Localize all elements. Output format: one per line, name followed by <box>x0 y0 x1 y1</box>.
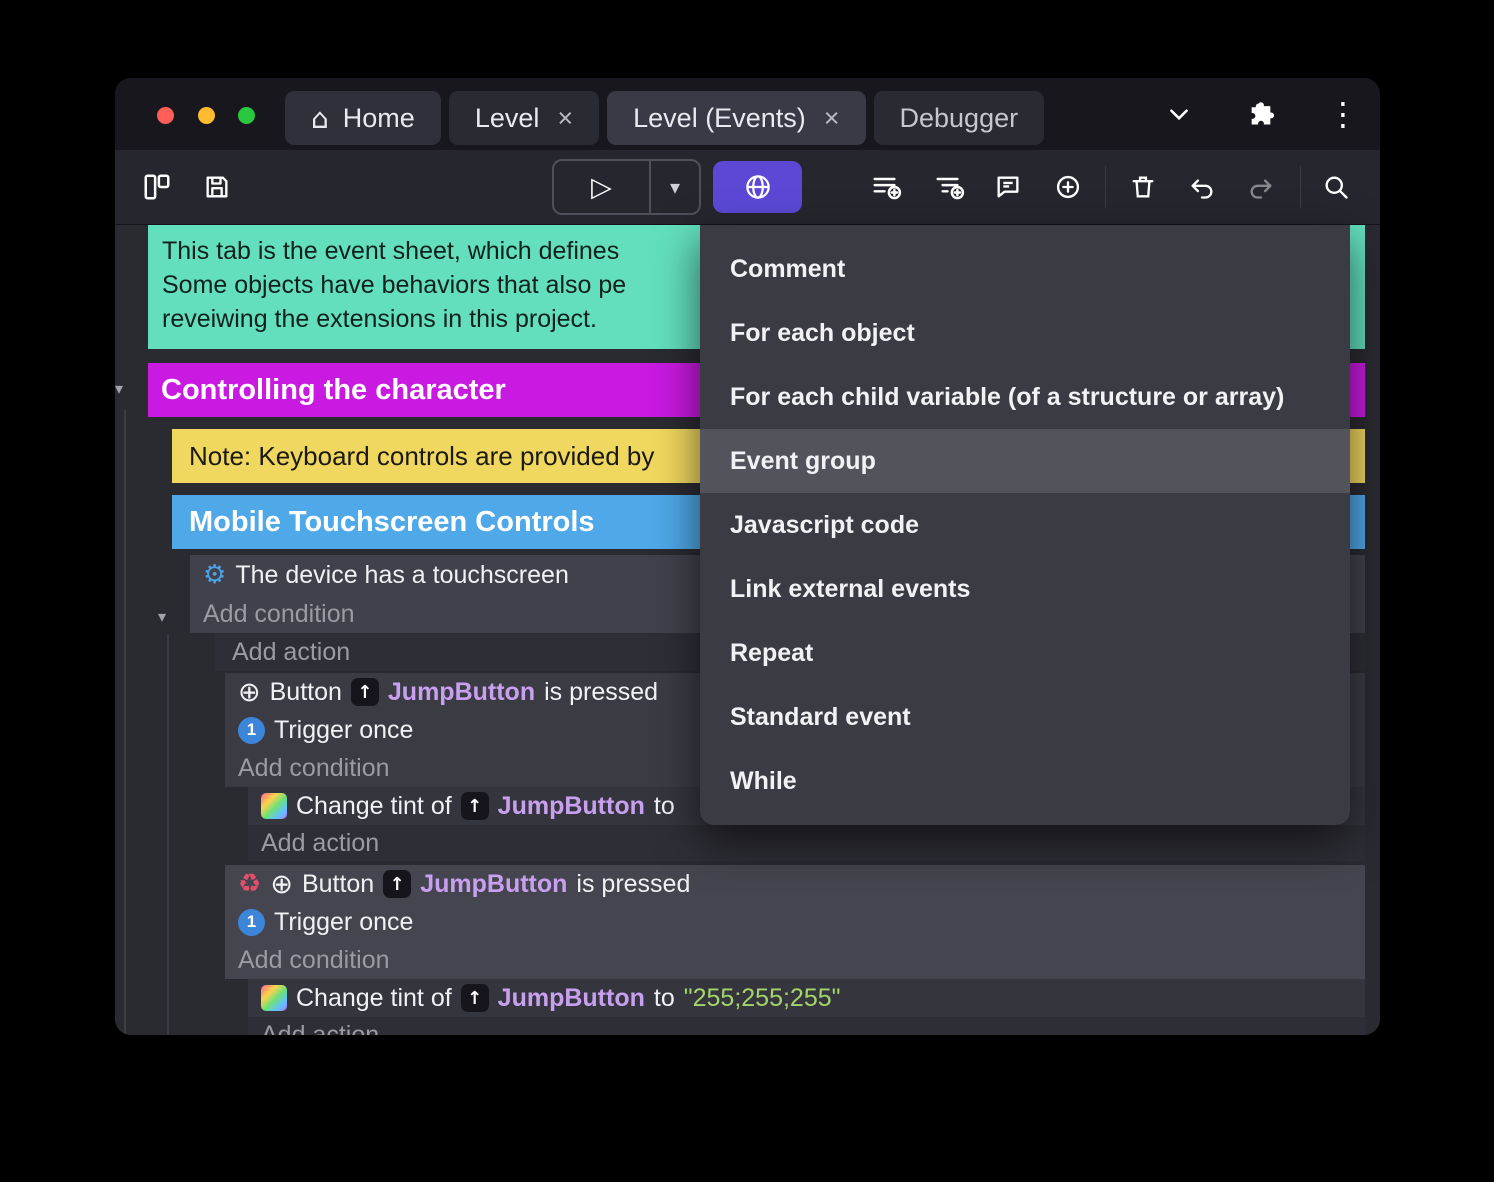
toolbar-divider <box>1300 166 1301 208</box>
action-text: Change tint of <box>296 791 452 820</box>
add-condition-label: Add condition <box>203 599 355 628</box>
button-crosshair-icon: ⊕ <box>270 868 293 900</box>
toolbar: ▷ ▾ <box>115 150 1380 225</box>
tab-home[interactable]: ⌂ Home <box>285 91 441 145</box>
jumpbutton-object-icon: ↑ <box>350 678 379 706</box>
redo-button[interactable] <box>1241 167 1281 207</box>
object-name: JumpButton <box>420 869 568 898</box>
condition-text: is pressed <box>544 677 659 706</box>
action-text: Change tint of <box>296 983 452 1012</box>
tab-level-events[interactable]: Level (Events) × <box>607 91 866 145</box>
menu-item-link-external-events[interactable]: Link external events <box>700 557 1350 621</box>
object-name: JumpButton <box>497 791 645 820</box>
trigger-once-icon: 1 <box>238 716 265 744</box>
action-text: to <box>653 983 675 1012</box>
add-condition-label: Add condition <box>238 753 390 782</box>
button-crosshair-icon: ⊕ <box>238 676 261 708</box>
toolbar-divider <box>1105 166 1106 208</box>
undo-button[interactable] <box>1182 167 1222 207</box>
delete-button[interactable] <box>1123 167 1163 207</box>
play-preview-button[interactable]: ▷ <box>554 161 649 213</box>
save-button[interactable] <box>197 167 237 207</box>
action-change-tint[interactable]: Change tint of ↑ JumpButton to "255;255;… <box>248 979 1365 1017</box>
jumpbutton-object-icon: ↑ <box>460 984 489 1012</box>
extensions-puzzle-icon[interactable] <box>1246 99 1276 129</box>
tab-home-label: Home <box>342 102 415 133</box>
titlebar-right-controls: ⋮ <box>1164 78 1359 150</box>
close-window-button[interactable] <box>157 107 174 124</box>
tab-debugger-label: Debugger <box>899 102 1019 133</box>
add-action-label: Add action <box>261 828 380 857</box>
recycle-arrows-icon: ♻ <box>238 869 262 899</box>
tab-level[interactable]: Level × <box>448 91 600 145</box>
add-event-button[interactable] <box>867 167 907 207</box>
add-comment-button[interactable] <box>988 167 1028 207</box>
condition-text: Button <box>301 869 375 898</box>
add-action-label: Add action <box>261 1020 380 1036</box>
tree-line <box>124 410 126 1035</box>
titlebar: ⌂ Home Level × Level (Events) × Debugger <box>115 78 1380 150</box>
menu-item-while[interactable]: While <box>700 749 1350 813</box>
object-name: JumpButton <box>387 677 536 706</box>
globe-icon <box>745 175 770 199</box>
app-window: ⌂ Home Level × Level (Events) × Debugger <box>115 78 1380 1035</box>
menu-item-standard-event[interactable]: Standard event <box>700 685 1350 749</box>
network-preview-button[interactable] <box>713 161 802 213</box>
toggle-panels-button[interactable] <box>137 167 177 207</box>
tint-palette-icon <box>261 793 287 819</box>
condition-text: is pressed <box>576 869 691 898</box>
menu-item-for-each-object[interactable]: For each object <box>700 301 1350 365</box>
condition-text: The device has a touchscreen <box>235 560 569 589</box>
system-gear-icon: ⚙ <box>203 560 227 590</box>
add-action-link[interactable]: Add action <box>248 825 1365 861</box>
search-button[interactable] <box>1316 167 1356 207</box>
overflow-menu-icon[interactable]: ⋮ <box>1327 95 1359 133</box>
menu-item-for-each-child-variable[interactable]: For each child variable (of a structure … <box>700 365 1350 429</box>
preview-options-chevron-icon[interactable]: ▾ <box>651 161 699 213</box>
add-condition-link[interactable]: Add condition <box>225 941 1365 979</box>
action-text: to <box>653 791 675 820</box>
add-action-link[interactable]: Add action <box>248 1017 1365 1035</box>
menu-item-repeat[interactable]: Repeat <box>700 621 1350 685</box>
tint-value: "255;255;255" <box>683 983 841 1012</box>
tabs-chevron-down-icon[interactable] <box>1164 99 1194 129</box>
tint-palette-icon <box>261 985 287 1011</box>
add-circle-button[interactable] <box>1048 167 1088 207</box>
close-tab-icon[interactable]: × <box>557 103 573 134</box>
object-name: JumpButton <box>497 983 645 1012</box>
condition-text: Button <box>269 677 342 706</box>
add-action-label: Add action <box>232 637 351 666</box>
condition-text: Trigger once <box>274 907 414 936</box>
tab-bar: ⌂ Home Level × Level (Events) × Debugger <box>285 91 1045 145</box>
add-event-context-menu: Comment For each object For each child v… <box>700 225 1350 825</box>
condition-trigger-once[interactable]: 1 Trigger once <box>225 903 1365 941</box>
tab-level-label: Level <box>474 102 540 133</box>
collapse-caret-icon[interactable]: ▾ <box>158 609 166 625</box>
collapse-caret-icon[interactable]: ▾ <box>115 381 123 397</box>
tab-level-events-label: Level (Events) <box>633 102 806 133</box>
home-icon: ⌂ <box>311 101 329 135</box>
tab-debugger[interactable]: Debugger <box>873 91 1045 145</box>
jumpbutton-object-icon: ↑ <box>383 870 412 898</box>
event-sheet: ▾ ▾ This tab is the event sheet, which d… <box>115 225 1380 1035</box>
menu-item-event-group[interactable]: Event group <box>700 429 1350 493</box>
tree-line <box>167 635 169 1035</box>
zoom-window-button[interactable] <box>238 107 255 124</box>
menu-item-comment[interactable]: Comment <box>700 237 1350 301</box>
condition-text: Trigger once <box>274 715 414 744</box>
add-condition-label: Add condition <box>238 945 390 974</box>
minimize-window-button[interactable] <box>198 107 215 124</box>
preview-button-group: ▷ ▾ <box>552 159 701 215</box>
trigger-once-icon: 1 <box>238 908 265 936</box>
close-tab-icon[interactable]: × <box>824 103 840 134</box>
condition-button-pressed[interactable]: ♻ ⊕ Button ↑ JumpButton is pressed <box>225 865 1365 903</box>
jumpbutton-object-icon: ↑ <box>460 792 489 820</box>
menu-item-javascript-code[interactable]: Javascript code <box>700 493 1350 557</box>
add-subevent-button[interactable] <box>930 167 970 207</box>
